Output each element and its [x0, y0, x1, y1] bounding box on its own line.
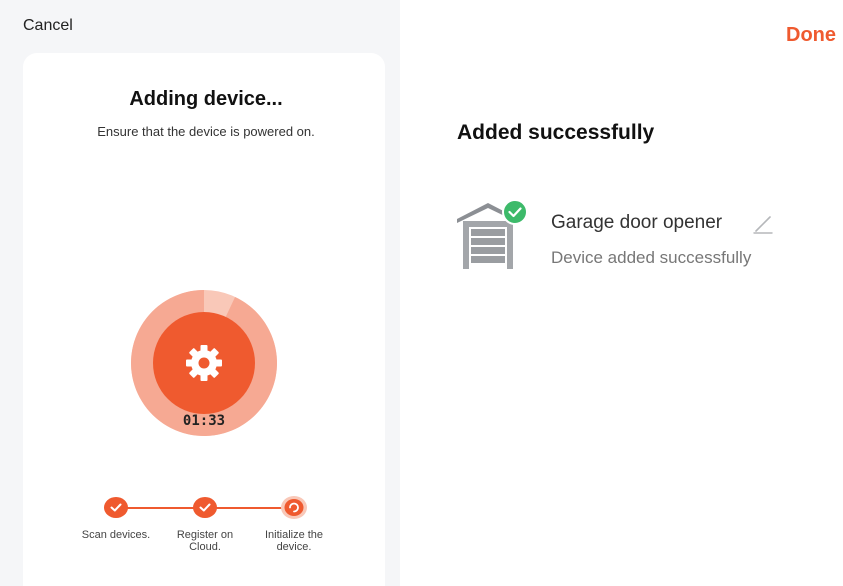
step-connector [215, 507, 287, 509]
step-connector [127, 507, 197, 509]
cancel-button[interactable]: Cancel [23, 17, 73, 35]
step-label-initialize: Initialize the device. [264, 529, 324, 553]
progress-steps: Scan devices. Register on Cloud. Initial… [0, 490, 400, 580]
gear-icon [186, 345, 222, 381]
adding-subtitle: Ensure that the device is powered on. [97, 124, 315, 139]
edit-pencil-icon[interactable] [751, 211, 777, 237]
adding-title: Adding device... [129, 88, 283, 110]
step-scan-done-icon [104, 497, 128, 518]
adding-device-screen: Cancel Adding device... Ensure that the … [0, 0, 400, 586]
device-name: Garage door opener [551, 212, 723, 233]
step-label-scan: Scan devices. [81, 529, 151, 541]
garage-icon [457, 199, 528, 269]
step-register-done-icon [193, 497, 217, 518]
device-list-item[interactable]: Garage door opener Device added successf… [455, 197, 815, 275]
elapsed-timer: 01:33 [182, 413, 226, 429]
step-initialize-loading-icon [281, 496, 307, 519]
check-circle-icon [502, 199, 528, 225]
added-title: Added successfully [457, 121, 655, 144]
done-button[interactable]: Done [786, 24, 836, 47]
step-label-register: Register on Cloud. [176, 529, 234, 553]
device-status: Device added successfully [551, 248, 752, 267]
